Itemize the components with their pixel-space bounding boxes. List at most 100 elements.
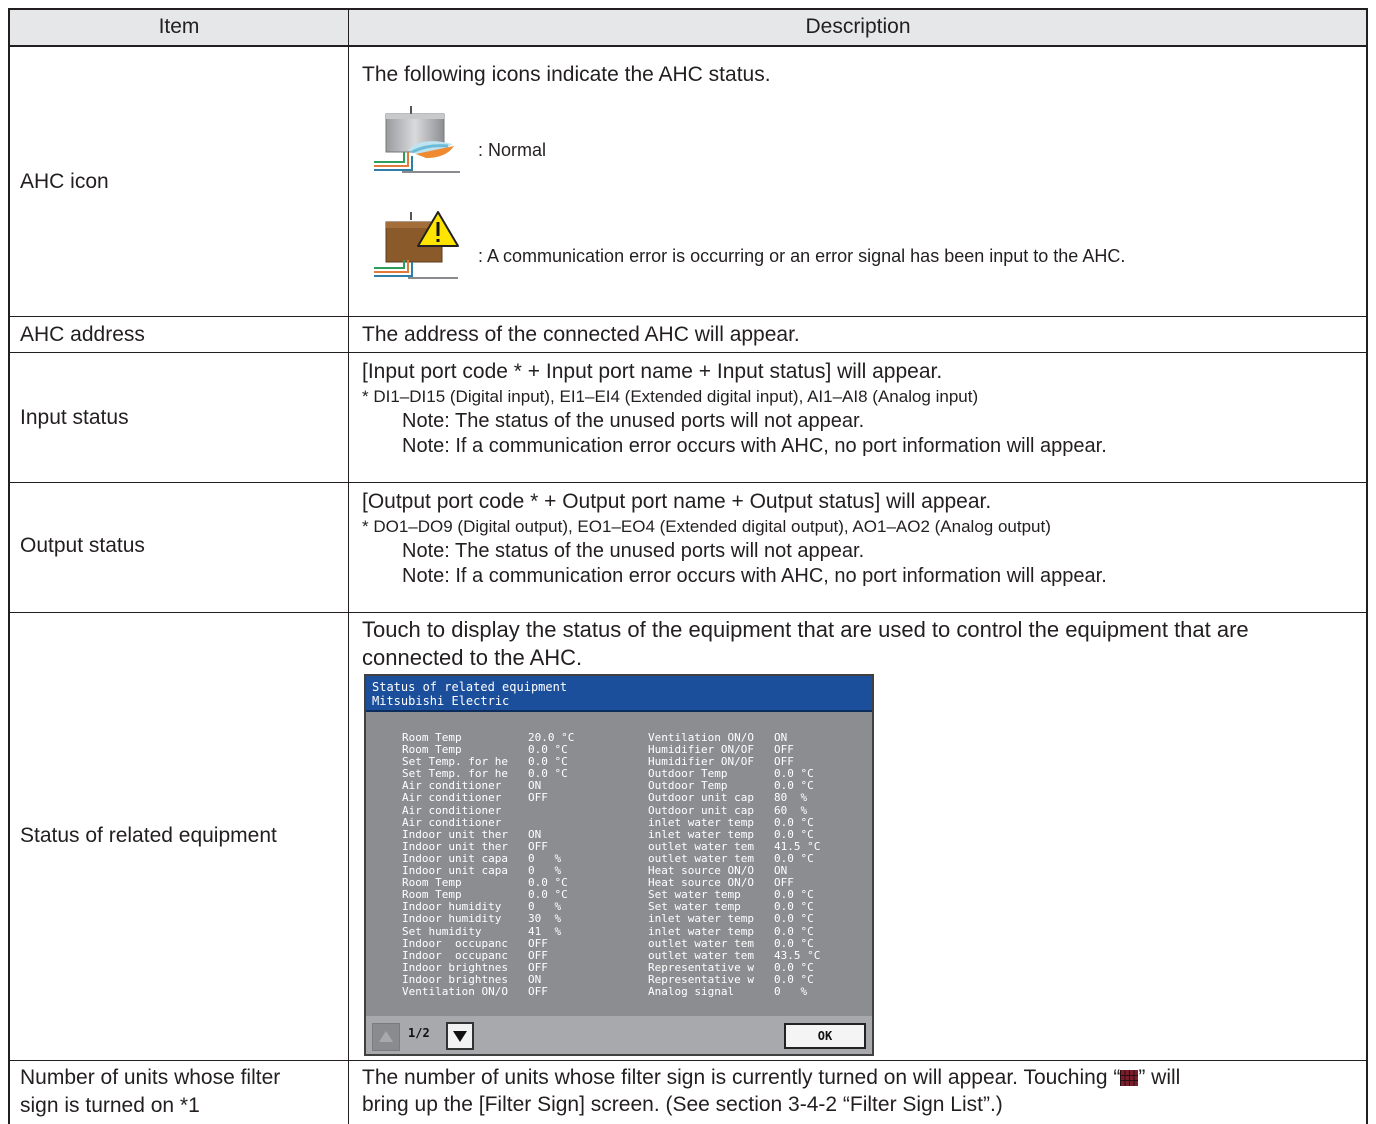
page-down-button[interactable] — [446, 1022, 474, 1050]
status-label: inlet water temp — [648, 912, 754, 926]
status-value: 0 % — [774, 984, 808, 998]
status-value: OFF — [774, 755, 794, 769]
table-right-border — [1366, 8, 1368, 1124]
dialog-footer: 1/2 OK — [366, 1016, 872, 1054]
output-status-desc: [Output port code * + Output port name +… — [362, 488, 1107, 589]
header-description: Description — [805, 15, 911, 38]
status-label: Indoor occupanc — [402, 948, 508, 962]
status-value: 0.0 °C — [774, 827, 814, 841]
row-divider — [8, 482, 1368, 483]
status-value: OFF — [528, 936, 548, 950]
ahc-normal-icon — [374, 106, 460, 173]
item-filter-sign: Number of units whose filter sign is tur… — [20, 1064, 280, 1120]
status-value: ON — [528, 827, 542, 841]
dialog-body: Room Temp 20.0 °C Room Temp 0.0 °C Set Temp.… — [366, 712, 872, 1016]
status-value: OFF — [774, 876, 794, 890]
status-label: Air conditioner — [402, 803, 502, 817]
status-row: Air conditioner — [402, 803, 574, 817]
input-status-desc: [Input port code * + Input port name + I… — [362, 358, 1107, 459]
status-value: 30 % — [528, 912, 562, 926]
row-divider — [8, 352, 1368, 353]
status-value: 0.0 °C — [774, 888, 814, 902]
status-value: 0.0 °C — [774, 936, 814, 950]
status-value: 20.0 °C — [528, 731, 575, 744]
status-value: 41 % — [528, 924, 562, 938]
input-status-ports: * DI1–DI15 (Digital input), EI1–EI4 (Ext… — [362, 387, 979, 406]
item-output-status: Output status — [20, 534, 145, 557]
item-input-status: Input status — [20, 406, 129, 429]
dialog-subtitle: Mitsubishi Electric — [372, 694, 510, 708]
status-row: Air conditioner — [402, 815, 574, 829]
status-value: OFF — [528, 839, 548, 853]
related-equipment-dialog: Status of related equipment Mitsubishi E… — [364, 674, 874, 1056]
item-related-equipment: Status of related equipment — [20, 824, 277, 847]
output-status-note2: Note: If a communication error occurs wi… — [402, 565, 1107, 587]
input-status-note2: Note: If a communication error occurs wi… — [402, 435, 1107, 457]
output-status-ports: * DO1–DO9 (Digital output), EO1–EO4 (Ext… — [362, 517, 1051, 536]
status-value: OFF — [774, 743, 794, 757]
filter-sign-item-line1: Number of units whose filter — [20, 1066, 281, 1089]
dialog-left-column: Room Temp 20.0 °C Room Temp 0.0 °C Set Temp.… — [402, 731, 575, 998]
status-value: ON — [528, 779, 542, 793]
page-up-button[interactable] — [372, 1023, 400, 1051]
row-divider — [8, 612, 1368, 613]
status-value: 0.0 °C — [774, 767, 814, 781]
status-label: Indoor occupanc — [402, 936, 508, 950]
table-top-border — [8, 8, 1368, 10]
triangle-up-icon — [379, 1031, 393, 1042]
filter-sign-icon[interactable] — [1120, 1070, 1139, 1086]
status-label: outlet water tem — [648, 948, 754, 962]
status-value: 0 % — [528, 864, 562, 878]
status-value: 41.5 °C — [774, 839, 821, 853]
status-value: 0 % — [528, 900, 562, 914]
status-value: OFF — [528, 984, 548, 998]
item-ahc-icon: AHC icon — [20, 170, 109, 193]
status-value: 0.0 °C — [528, 743, 568, 757]
status-label: Analog signal — [648, 984, 735, 998]
status-value: 0.0 °C — [528, 888, 568, 902]
related-equipment-desc: Touch to display the status of the equip… — [362, 616, 1249, 672]
item-ahc-address: AHC address — [20, 323, 145, 346]
status-value: 60 % — [774, 803, 808, 817]
status-value: 0.0 °C — [774, 815, 814, 829]
ahc-error-icon — [374, 211, 459, 279]
status-value: 0.0 °C — [528, 755, 568, 769]
dialog-title-bar: Status of related equipment Mitsubishi E… — [366, 676, 872, 712]
status-value: 0 % — [528, 851, 562, 865]
filter-sign-line2: bring up the [Filter Sign] screen. (See … — [362, 1093, 1003, 1116]
table-left-border — [8, 8, 10, 1124]
status-value: 0.0 °C — [774, 972, 814, 986]
status-value: 0.0 °C — [528, 767, 568, 781]
status-label: Set humidity — [402, 924, 482, 938]
status-label: outlet water tem — [648, 936, 754, 950]
filter-sign-desc: The number of units whose filter sign is… — [362, 1064, 1180, 1118]
output-status-note1: Note: The status of the unused ports wil… — [402, 540, 865, 562]
page-indicator: 1/2 — [408, 1026, 430, 1040]
status-value: 0.0 °C — [774, 924, 814, 938]
status-label: inlet water temp — [648, 924, 754, 938]
status-value: ON — [774, 731, 788, 744]
status-label: Indoor humidity — [402, 912, 502, 926]
status-label: inlet water temp — [648, 815, 754, 829]
triangle-down-icon — [453, 1031, 467, 1042]
related-equipment-line1: Touch to display the status of the equip… — [362, 617, 1249, 642]
status-value: 0.0 °C — [528, 876, 568, 890]
status-value: 0.0 °C — [774, 779, 814, 793]
status-row: Ventilation ON/O OFF — [402, 984, 574, 998]
status-value: 43.5 °C — [774, 948, 821, 962]
status-row: Indoor occupanc OFF — [402, 936, 574, 950]
output-status-line1: [Output port code * + Output port name +… — [362, 490, 992, 513]
status-row: Set humidity 41 % — [402, 924, 574, 938]
input-status-note1: Note: The status of the unused ports wil… — [402, 410, 865, 432]
ahc-error-caption: : A communication error is occurring or … — [478, 246, 1126, 266]
status-row: Air conditioner OFF — [402, 792, 574, 804]
ok-button[interactable]: OK — [784, 1023, 866, 1049]
input-status-line1: [Input port code * + Input port name + I… — [362, 360, 943, 383]
ahc-icon-intro: The following icons indicate the AHC sta… — [362, 63, 771, 86]
status-label: Outdoor unit cap — [648, 791, 754, 805]
status-value: 0.0 °C — [774, 960, 814, 974]
status-label: Air conditioner — [402, 815, 502, 829]
dialog-right-column: Ventilation ON/O ON Humidifier ON/OF OFF Hum… — [648, 731, 821, 998]
row-divider — [8, 1060, 1368, 1061]
status-value: ON — [774, 864, 788, 878]
